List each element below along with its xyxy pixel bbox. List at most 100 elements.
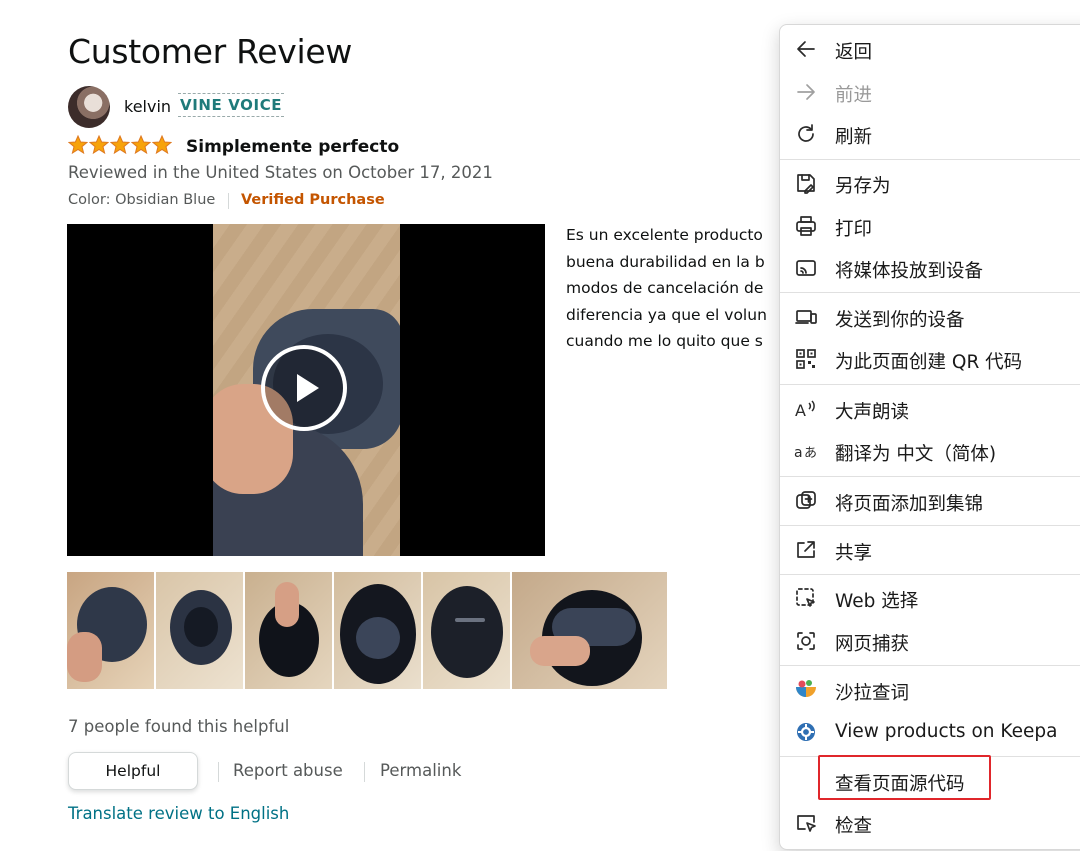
menu-item-label: 将页面添加到集锦 [835,494,984,515]
read-aloud-icon: A [795,400,815,420]
review-body-line: Es un excelente producto [566,226,763,244]
translate-review-link[interactable]: Translate review to English [68,804,289,823]
back-arrow-icon [797,41,815,57]
menu-item-label: 网页捕获 [835,634,910,655]
star-rating[interactable] [68,135,172,155]
page-title: Customer Review [68,32,353,71]
verified-purchase-badge: Verified Purchase [241,192,385,208]
review-body-line: modos de cancelación de [566,279,764,297]
review-thumbnail[interactable] [67,572,154,689]
inspect-icon [797,815,816,832]
page: Customer Review kelvin VINE VOICE Simple… [0,0,1080,851]
add-to-collection-icon [796,491,816,509]
review-date: Reviewed in the United States on October… [68,163,493,182]
review-thumbnail[interactable] [334,572,421,689]
menu-item-label: 沙拉查词 [835,683,910,704]
menu-item-label: 另存为 [835,176,891,197]
svg-text:あ: あ [804,446,817,461]
menu-separator [780,159,1080,160]
menu-item-label: 共享 [835,543,873,564]
menu-separator [780,292,1080,293]
review-image-thumbnails [67,572,667,689]
menu-item-label: 发送到你的设备 [835,310,965,331]
qr-code-icon [796,349,816,369]
review-thumbnail[interactable] [156,572,243,689]
review-body: Es un excelente producto buena durabilid… [566,222,778,355]
menu-item-read-aloud[interactable]: A 大声朗读 [780,388,1080,428]
reviewer-name[interactable]: kelvin [124,97,171,116]
svg-text:A: A [795,401,806,420]
print-icon [796,216,816,236]
cast-icon [796,260,816,276]
helpful-count: 7 people found this helpful [68,717,290,736]
review-body-line: diferencia ya que el volun [566,305,767,324]
divider [218,762,219,782]
menu-item-label: View products on Keepa [835,721,1058,742]
menu-item-label: 检查 [835,816,873,837]
menu-item-forward[interactable]: 前进 [780,71,1080,111]
review-body-line: cuando me lo quito que s [566,332,763,350]
product-color: Color: Obsidian Blue [68,192,216,208]
helpful-button[interactable]: Helpful [68,752,198,790]
highlight-box [818,755,991,800]
menu-item-web-select[interactable]: Web 选择 [780,577,1080,617]
svg-text:a: a [794,445,803,461]
menu-item-label: 为此页面创建 QR 代码 [835,352,1023,373]
web-select-icon [796,588,815,607]
menu-item-web-capture[interactable]: 网页捕获 [780,620,1080,660]
menu-item-save-as[interactable]: 另存为 [780,162,1080,202]
menu-item-share[interactable]: 共享 [780,529,1080,569]
review-video-player[interactable] [67,224,545,556]
review-thumbnail[interactable] [245,572,332,689]
menu-item-label: 刷新 [835,127,873,148]
menu-item-refresh[interactable]: 刷新 [780,113,1080,153]
star-icon [131,135,151,155]
star-icon [68,135,88,155]
divider [228,193,229,209]
star-icon [110,135,130,155]
menu-item-label: 返回 [835,42,873,63]
menu-item-inspect[interactable]: 检查 [780,802,1080,842]
keepa-icon [797,723,815,741]
permalink-link[interactable]: Permalink [380,761,461,780]
menu-item-qr-code[interactable]: 为此页面创建 QR 代码 [780,338,1080,378]
menu-item-label: 将媒体投放到设备 [835,261,984,282]
review-thumbnail[interactable] [512,572,667,689]
menu-item-label: 前进 [835,85,873,106]
star-icon [152,135,172,155]
share-icon [797,541,815,558]
play-button[interactable] [261,345,347,431]
menu-item-label: 翻译为 中文（简体) [835,444,997,465]
menu-item-label: 打印 [835,219,873,240]
report-abuse-link[interactable]: Report abuse [233,761,343,780]
menu-item-print[interactable]: 打印 [780,205,1080,245]
star-icon [89,135,109,155]
menu-separator [780,476,1080,477]
save-as-icon [797,174,815,194]
send-to-device-icon [795,310,817,324]
translate-icon: aあ [794,445,817,461]
web-capture-icon [797,632,815,650]
menu-item-translate[interactable]: aあ 翻译为 中文（简体) [780,430,1080,470]
context-menu: 返回 前进 刷新 另存为 打印 将媒体投放到设备 发送到你的设备 为此页面创建 … [779,24,1080,850]
menu-item-label: 大声朗读 [835,402,910,423]
menu-separator [780,574,1080,575]
review-body-line: buena durabilidad en la b [566,252,765,271]
review-title: Simplemente perfecto [186,137,400,157]
menu-item-send-to-device[interactable]: 发送到你的设备 [780,296,1080,336]
menu-separator [780,525,1080,526]
menu-item-keepa[interactable]: View products on Keepa [780,711,1080,751]
menu-item-label: Web 选择 [835,591,919,612]
vine-voice-badge[interactable]: VINE VOICE [178,93,285,117]
menu-item-add-to-collection[interactable]: 将页面添加到集锦 [780,480,1080,520]
avatar[interactable] [68,86,110,128]
refresh-icon [798,124,814,142]
menu-item-cast[interactable]: 将媒体投放到设备 [780,247,1080,287]
saladict-icon [796,680,816,697]
forward-arrow-icon [797,84,815,100]
menu-separator [780,665,1080,666]
menu-item-saladict[interactable]: 沙拉查词 [780,669,1080,709]
review-thumbnail[interactable] [423,572,510,689]
menu-item-back[interactable]: 返回 [780,28,1080,68]
menu-separator [780,384,1080,385]
